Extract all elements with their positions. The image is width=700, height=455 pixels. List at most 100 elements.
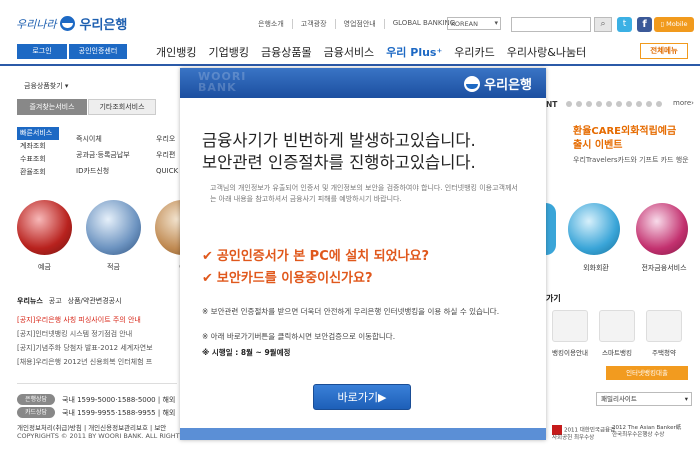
card-center-badge: 카드상담: [17, 407, 55, 418]
footer-links[interactable]: 개인정보처리(취급)방침 | 개인신용정보관리보호 | 보안: [17, 422, 166, 432]
quick-side-exchange[interactable]: 환율조회: [17, 166, 59, 179]
carousel-dot[interactable]: [576, 101, 582, 107]
call-center-badge: 은행상담: [17, 394, 55, 405]
tab-notice[interactable]: 공고: [49, 296, 62, 306]
carousel-dot[interactable]: [646, 101, 652, 107]
carousel-dot[interactable]: [566, 101, 572, 107]
news-tabs: 우리뉴스 공고 상품/약관변경공시: [17, 296, 122, 306]
deposit-image[interactable]: [17, 200, 72, 255]
facebook-icon[interactable]: f: [637, 17, 652, 32]
foreign-remit-label: 외화회환: [583, 264, 609, 272]
carousel-dot[interactable]: [626, 101, 632, 107]
language-select[interactable]: KOREAN ▾: [447, 17, 501, 30]
carousel-dot[interactable]: [616, 101, 622, 107]
product-search[interactable]: 금융상품찾기 ▾: [24, 81, 68, 91]
nav-corporate[interactable]: 기업뱅킹: [208, 44, 248, 60]
security-popup: WOORI BANK 우리은행 금융사기가 빈번하게 발생하고있습니다. 보안관…: [180, 68, 546, 440]
cert-center-button[interactable]: 공인인증센터: [69, 44, 127, 59]
carousel-dot[interactable]: [656, 101, 662, 107]
family-site-select[interactable]: 패밀리사이트 ▾: [596, 392, 692, 406]
language-value: KOREAN: [451, 20, 478, 28]
nav-personal[interactable]: 개인뱅킹: [156, 44, 196, 60]
popup-logo-text: 우리은행: [484, 78, 532, 93]
nav-products[interactable]: 금융상품몰: [261, 44, 312, 60]
divider: [17, 383, 177, 384]
mobile-button[interactable]: ▯ Mobile: [654, 17, 694, 32]
quick-link-woori2[interactable]: 우리편: [156, 147, 178, 163]
all-menu-button[interactable]: 전체메뉴: [640, 43, 688, 59]
popup-watermark: WOORI BANK: [198, 70, 247, 94]
quick-link-transfer[interactable]: 즉시이체: [76, 131, 130, 147]
smart-banking-icon[interactable]: [599, 310, 635, 342]
top-link-about[interactable]: 은행소개: [258, 19, 284, 29]
logo-script: 우리나라: [16, 17, 57, 31]
nav-card[interactable]: 우리카드: [454, 44, 494, 60]
news-item[interactable]: [채용]우리은행 2012년 신용회복 인터체험 프: [17, 355, 153, 369]
carousel-dots[interactable]: [566, 101, 662, 107]
smart-banking-label: 스마트뱅킹: [602, 349, 632, 357]
shortcut-heading: 가기: [546, 294, 561, 303]
twitter-icon[interactable]: t: [617, 17, 632, 32]
savings-image[interactable]: [86, 200, 141, 255]
top-link-customer[interactable]: 고객광장: [291, 19, 327, 29]
popup-logo: 우리은행: [464, 74, 532, 93]
mobile-label: Mobile: [666, 20, 688, 28]
housing-icon[interactable]: [646, 310, 682, 342]
quick-links: 즉시이체 공과금·등록금납부 ID카드신청: [76, 131, 130, 179]
quick-links-secondary: 우리오 우리편 QUICK: [156, 131, 178, 179]
banking-guide-icon[interactable]: [552, 310, 588, 342]
nav-sharing[interactable]: 우리사랑&나눔터: [507, 44, 586, 60]
deposit-label: 예금: [38, 263, 51, 271]
search-icon[interactable]: ⌕: [594, 17, 612, 32]
carousel-dot[interactable]: [636, 101, 642, 107]
news-item[interactable]: [공지]인터넷뱅킹 시스템 정기점검 안내: [17, 327, 153, 341]
quick-link-idcard[interactable]: ID카드신청: [76, 163, 130, 179]
check-security-card: ✔ 보안카드를 이용중이신가요?: [202, 267, 373, 286]
banking-guide-label: 뱅킹이용안내: [552, 349, 588, 357]
quick-link-woori1[interactable]: 우리오: [156, 131, 178, 147]
login-button[interactable]: 로그인: [17, 44, 67, 59]
nav-services[interactable]: 금융서비스: [324, 44, 375, 60]
quick-side-check[interactable]: 수표조회: [17, 153, 59, 166]
more-link[interactable]: more›: [673, 99, 694, 107]
check-card-text: 보안카드를 이용중이신가요?: [216, 271, 373, 286]
carousel-dot[interactable]: [596, 101, 602, 107]
e-finance-image[interactable]: [636, 203, 688, 255]
search-input[interactable]: [511, 17, 591, 32]
news-item[interactable]: [공지]기념주화 당첨자 발표-2012 세계자연보: [17, 341, 153, 355]
carousel-dot[interactable]: [606, 101, 612, 107]
logo-name: 우리은행: [79, 18, 128, 33]
event-title[interactable]: 환율CARE외화적립예금 출시 이벤트: [573, 125, 676, 153]
quick-link-bills[interactable]: 공과금·등록금납부: [76, 147, 130, 163]
checkmark-icon: ✔: [202, 249, 213, 264]
top-link-global[interactable]: GLOBAL BANKING: [383, 19, 455, 29]
award-2: 2012 The Asian Banker紙 한국최우수은행상 수상: [612, 425, 681, 439]
news-item[interactable]: [공지]우리은행 사칭 피싱사이트 주의 안내: [17, 313, 153, 327]
go-button[interactable]: 바로가기▶: [313, 384, 411, 410]
tab-news[interactable]: 우리뉴스: [17, 296, 43, 306]
tab-other[interactable]: 기타조회서비스: [88, 99, 156, 115]
loan-button[interactable]: 인터넷뱅킹대출: [606, 366, 688, 380]
tab-favorites[interactable]: 즐겨찾는서비스: [17, 99, 87, 115]
tab-terms[interactable]: 상품/약관변경공시: [68, 296, 122, 306]
chevron-down-icon: ▾: [494, 19, 498, 27]
chevron-down-icon: ▾: [684, 395, 688, 403]
quick-side-menu: 빠른서비스 계좌조회 수표조회 환율조회: [17, 127, 59, 179]
woori-logo[interactable]: 우리나라 우리은행: [16, 14, 127, 33]
foreign-remit-image[interactable]: [568, 203, 620, 255]
headline-line-2: 보안관련 인증절차를 진행하고있습니다.: [202, 153, 476, 172]
top-link-branch[interactable]: 영업점안내: [334, 19, 376, 29]
quick-side-account[interactable]: 계좌조회: [17, 140, 59, 153]
check-cert-text: 공인인증서가 본 PC에 설치 되었나요?: [216, 249, 430, 264]
popup-note-2: ※ 아래 바로가기버튼을 클릭하시면 보안검증으로 이동합니다.: [202, 332, 396, 341]
quick-link-quick[interactable]: QUICK: [156, 163, 178, 179]
check-cert: ✔ 공인인증서가 본 PC에 설치 되었나요?: [202, 245, 429, 264]
nav-woori-plus[interactable]: 우리 Plus⁺: [386, 44, 442, 60]
woori-mark-icon: [464, 75, 481, 92]
nav-divider: [0, 64, 700, 66]
event-heading: NT: [546, 100, 558, 109]
headline-line-1: 금융사기가 빈번하게 발생하고있습니다.: [202, 131, 476, 150]
popup-schedule: ※ 시행일 : 8월 ~ 9월예정: [202, 348, 291, 357]
carousel-dot[interactable]: [586, 101, 592, 107]
popup-note-1: ※ 보안관련 인증절차를 받으면 더욱더 안전하게 우리은행 인터넷뱅킹을 이용…: [202, 307, 500, 316]
